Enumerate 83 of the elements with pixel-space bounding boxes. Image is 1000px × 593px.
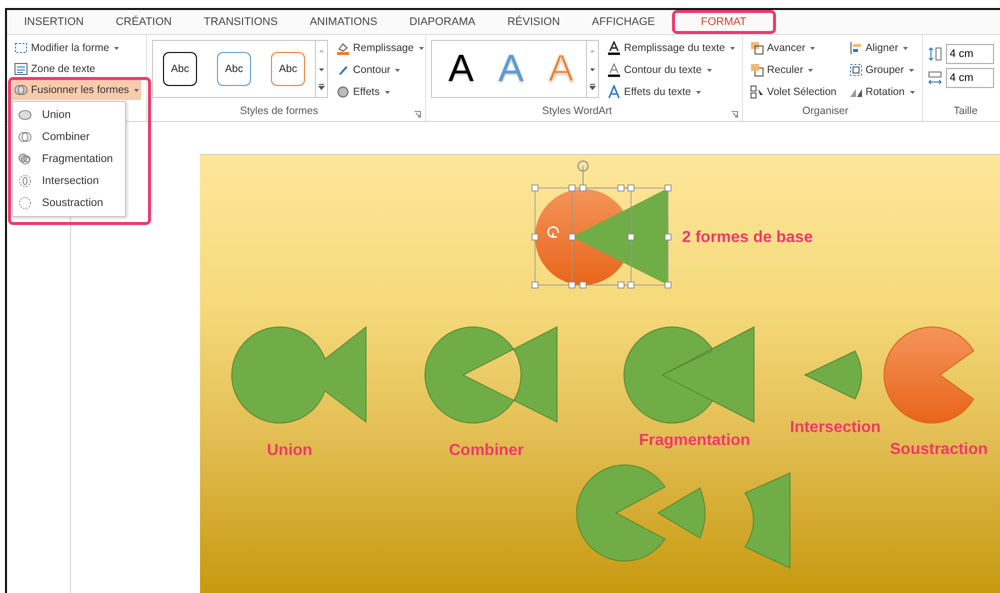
merge-shapes-icon xyxy=(14,83,28,97)
ribbon-command[interactable]: Fusionner les formes xyxy=(12,80,142,100)
caret-icon xyxy=(910,90,915,94)
subtract-icon xyxy=(18,196,32,210)
menu-item[interactable]: Intersection xyxy=(13,170,125,192)
shape-style-preset[interactable]: Abc xyxy=(217,52,252,86)
ribbon-command[interactable]: Rotation xyxy=(846,82,917,102)
shape-style-preset[interactable]: Abc xyxy=(163,52,198,86)
slide-caption: 2 formes de base xyxy=(682,229,813,247)
slide-caption: Combiner xyxy=(449,442,524,460)
menu-item[interactable]: Fragmentation xyxy=(13,148,125,170)
ribbon-tab[interactable]: INSERTION xyxy=(9,10,99,34)
wordart-preset[interactable]: A xyxy=(436,44,486,94)
text-box-icon xyxy=(14,62,28,76)
ribbon-tab[interactable]: FORMAT xyxy=(672,10,776,34)
edit-shape-icon xyxy=(14,41,28,55)
width-icon xyxy=(928,71,942,85)
ribbon-tab[interactable]: ANIMATIONS xyxy=(294,10,392,34)
union-icon xyxy=(18,108,32,122)
caret-icon xyxy=(730,46,736,50)
caret-icon xyxy=(395,68,400,72)
ribbon-command[interactable]: Reculer xyxy=(748,60,838,80)
shape-style-preset[interactable]: Abc xyxy=(271,52,306,86)
text-fill-icon xyxy=(607,41,622,55)
align-icon xyxy=(848,41,862,55)
group-icon xyxy=(848,63,862,77)
ribbon-command[interactable]: Contour du texte xyxy=(605,60,738,80)
ribbon-command[interactable]: Remplissage du texte xyxy=(605,38,738,58)
ribbon-command[interactable]: Effets du texte xyxy=(605,82,738,102)
ribbon-tab[interactable]: AFFICHAGE xyxy=(576,10,670,34)
ribbon-command[interactable]: Zone de texte xyxy=(12,59,142,79)
intersect-icon xyxy=(18,174,32,188)
menu-item[interactable]: Union xyxy=(13,104,125,126)
caret-icon xyxy=(114,46,120,50)
slide-caption: Soustraction xyxy=(890,441,988,459)
pencil-icon xyxy=(336,63,350,77)
menu-item[interactable]: Soustraction xyxy=(13,192,125,214)
combine-icon xyxy=(18,130,32,144)
ribbon-command[interactable]: Volet Sélection xyxy=(748,82,838,102)
group-label: Organiser xyxy=(801,105,850,119)
height-icon xyxy=(928,47,942,61)
intersection-shape xyxy=(804,350,862,400)
caret-icon xyxy=(696,90,701,94)
caret-icon xyxy=(134,88,140,92)
ribbon-command[interactable]: Effets xyxy=(334,82,426,102)
selection-pane-icon xyxy=(750,85,764,99)
caret-icon xyxy=(808,68,814,72)
fill-bucket-icon xyxy=(336,41,350,55)
ribbon-command[interactable]: Contour xyxy=(334,60,426,80)
ribbon-tab[interactable]: RÉVISION xyxy=(492,10,575,34)
text-outline-icon xyxy=(607,63,622,77)
caret-icon xyxy=(810,46,816,50)
ribbon-tab[interactable]: CRÉATION xyxy=(100,10,187,34)
slide-caption: Fragmentation xyxy=(639,432,750,450)
fragment-icon xyxy=(18,152,32,166)
group-label: Styles WordArt xyxy=(541,105,613,119)
text-effects-icon xyxy=(607,85,622,99)
ribbon-tab[interactable]: DIAPORAMA xyxy=(394,10,490,34)
caret-icon xyxy=(384,90,390,94)
selected-shapes-drawing[interactable] xyxy=(532,160,672,288)
caret-icon xyxy=(418,46,424,50)
ribbon-command[interactable]: Remplissage xyxy=(334,38,426,58)
slide-caption: Union xyxy=(267,442,312,460)
ribbon-tab[interactable]: TRANSITIONS xyxy=(188,10,293,34)
size-field[interactable]: 4 cm xyxy=(946,68,994,88)
group-label: Taille xyxy=(952,105,979,119)
bring-forward-icon xyxy=(750,41,764,55)
dialog-launcher-icon[interactable] xyxy=(731,111,738,118)
ribbon-command[interactable]: Avancer xyxy=(748,38,838,58)
effects-icon xyxy=(336,85,350,99)
size-field[interactable]: 4 cm xyxy=(946,44,994,64)
send-backward-icon xyxy=(750,63,764,77)
caret-icon xyxy=(706,68,712,72)
ribbon-command[interactable]: Grouper xyxy=(846,60,917,80)
caret-icon xyxy=(903,46,908,50)
ribbon-command[interactable]: Aligner xyxy=(846,38,917,58)
ribbon-command[interactable]: Modifier la forme xyxy=(12,38,142,58)
wedge-fragment-shape xyxy=(658,488,706,538)
group-label: Styles de formes xyxy=(238,105,320,119)
slide-caption: Intersection xyxy=(790,419,881,437)
menu-item[interactable]: Combiner xyxy=(13,126,125,148)
dialog-launcher-icon[interactable] xyxy=(414,111,422,118)
caret-icon xyxy=(909,68,914,72)
